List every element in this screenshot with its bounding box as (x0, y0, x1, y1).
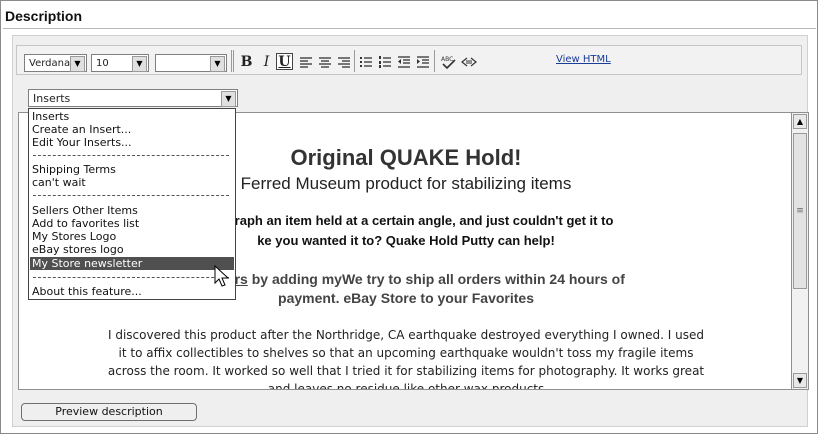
content-body-line3: across the room. It worked so well that … (107, 364, 705, 378)
svg-text:ABC: ABC (441, 56, 453, 63)
inserts-select[interactable]: Inserts ▼ (28, 89, 238, 107)
inserts-select-value: Inserts (33, 92, 71, 105)
scroll-up-icon[interactable]: ▲ (793, 114, 807, 129)
toolbar-separator (434, 50, 435, 72)
underline-button[interactable]: U (276, 53, 293, 70)
chevron-down-icon[interactable]: ▼ (221, 91, 236, 107)
section-title: Description (5, 8, 83, 24)
menu-separator (33, 277, 229, 278)
italic-button[interactable]: I (258, 53, 275, 70)
menu-separator (33, 155, 229, 156)
align-center-icon[interactable] (316, 53, 333, 70)
bold-button[interactable]: B (238, 53, 255, 70)
content-para2-text: by adding myWe try to ship all orders wi… (247, 271, 625, 287)
content-body-line1: I discovered this product after the Nort… (107, 328, 705, 342)
menu-item-my-store-newsletter[interactable]: My Store newsletter (30, 257, 234, 270)
align-right-icon[interactable] (335, 53, 352, 70)
menu-item-ebay-stores-logo[interactable]: eBay stores logo (30, 243, 234, 256)
chevron-down-icon[interactable]: ▼ (70, 56, 85, 72)
scroll-down-icon[interactable]: ▼ (793, 373, 807, 388)
indent-icon[interactable] (414, 53, 431, 70)
menu-item-my-stores-logo[interactable]: My Stores Logo (30, 230, 234, 243)
font-family-select[interactable]: Verdana ▼ (24, 54, 87, 72)
font-color-select[interactable]: ▼ (155, 54, 227, 72)
numbered-list-icon[interactable] (376, 53, 393, 70)
menu-item-shipping-terms[interactable]: Shipping Terms (30, 163, 234, 176)
chevron-down-icon[interactable]: ▼ (210, 56, 225, 72)
code-icon[interactable] (460, 53, 477, 70)
mouse-cursor-icon (214, 264, 230, 293)
font-size-select[interactable]: 10 ▼ (91, 54, 149, 72)
menu-item-about-feature[interactable]: About this feature... (30, 285, 234, 298)
menu-item-sellers-other-items[interactable]: Sellers Other Items (30, 204, 234, 217)
outdent-icon[interactable] (395, 53, 412, 70)
bulleted-list-icon[interactable] (357, 53, 374, 70)
menu-item-create-insert[interactable]: Create an Insert... (30, 123, 234, 136)
title-divider (3, 28, 816, 29)
spellcheck-icon[interactable]: ABC (438, 53, 460, 70)
menu-item-inserts[interactable]: Inserts (30, 110, 234, 123)
content-body-line2: it to affix collectibles to shelves so t… (118, 346, 694, 360)
scrollbar-thumb[interactable]: ≡ (793, 133, 807, 289)
toolbar-separator (354, 50, 355, 72)
align-left-icon[interactable] (297, 53, 314, 70)
preview-description-button[interactable]: Preview description (21, 403, 197, 421)
toolbar-separator (233, 50, 234, 72)
menu-item-edit-inserts[interactable]: Edit Your Inserts... (30, 136, 234, 149)
chevron-down-icon[interactable]: ▼ (132, 56, 147, 72)
menu-item-add-to-favorites[interactable]: Add to favorites list (30, 217, 234, 230)
content-body-line4: and leaves no residue like other wax pro… (267, 382, 545, 390)
toolbar-separator (231, 50, 232, 72)
menu-item-cant-wait[interactable]: can't wait (30, 176, 234, 189)
view-html-link[interactable]: View HTML (556, 54, 611, 65)
font-family-value: Verdana (29, 58, 71, 69)
font-size-value: 10 (96, 58, 109, 69)
editor-scrollbar[interactable]: ▲ ≡ ▼ (792, 112, 809, 390)
menu-separator (33, 195, 229, 196)
inserts-dropdown-menu: Inserts Create an Insert... Edit Your In… (28, 108, 236, 300)
